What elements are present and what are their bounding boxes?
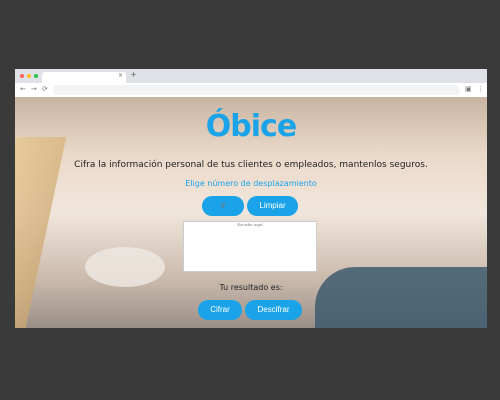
- background-hand: [315, 267, 487, 328]
- maximize-window-icon[interactable]: [34, 74, 38, 78]
- result-label: Tu resultado es:: [219, 283, 283, 292]
- new-tab-icon[interactable]: +: [130, 70, 137, 79]
- close-tab-icon[interactable]: ×: [118, 72, 123, 79]
- profile-icon[interactable]: ▣: [465, 85, 472, 93]
- browser-toolbar: ← → ⟳ ▣ ⋮: [15, 83, 487, 97]
- back-icon[interactable]: ←: [20, 85, 26, 93]
- reload-icon[interactable]: ⟳: [42, 85, 48, 93]
- text-input[interactable]: [183, 221, 317, 272]
- background-cup: [85, 247, 165, 287]
- subtitle: Cifra la información personal de tus cli…: [74, 160, 428, 170]
- close-window-icon[interactable]: [20, 74, 24, 78]
- tab-bar: × +: [15, 69, 487, 83]
- browser-tab[interactable]: ×: [42, 72, 126, 83]
- shift-label: Elige número de desplazamiento: [185, 179, 317, 188]
- page-content: Óbice Cifra la información personal de t…: [15, 97, 487, 328]
- browser-window: × + ← → ⟳ ▣ ⋮ Óbice Cifra la información…: [15, 69, 487, 328]
- decrypt-button[interactable]: Descifrar: [245, 300, 302, 320]
- forward-icon[interactable]: →: [31, 85, 37, 93]
- minimize-window-icon[interactable]: [27, 74, 31, 78]
- encrypt-button[interactable]: Cifrar: [198, 300, 242, 320]
- address-bar[interactable]: [53, 85, 460, 95]
- logo: Óbice: [205, 109, 297, 144]
- clear-button[interactable]: Limpiar: [247, 196, 298, 216]
- menu-icon[interactable]: ⋮: [477, 85, 484, 93]
- shift-input[interactable]: [202, 196, 244, 216]
